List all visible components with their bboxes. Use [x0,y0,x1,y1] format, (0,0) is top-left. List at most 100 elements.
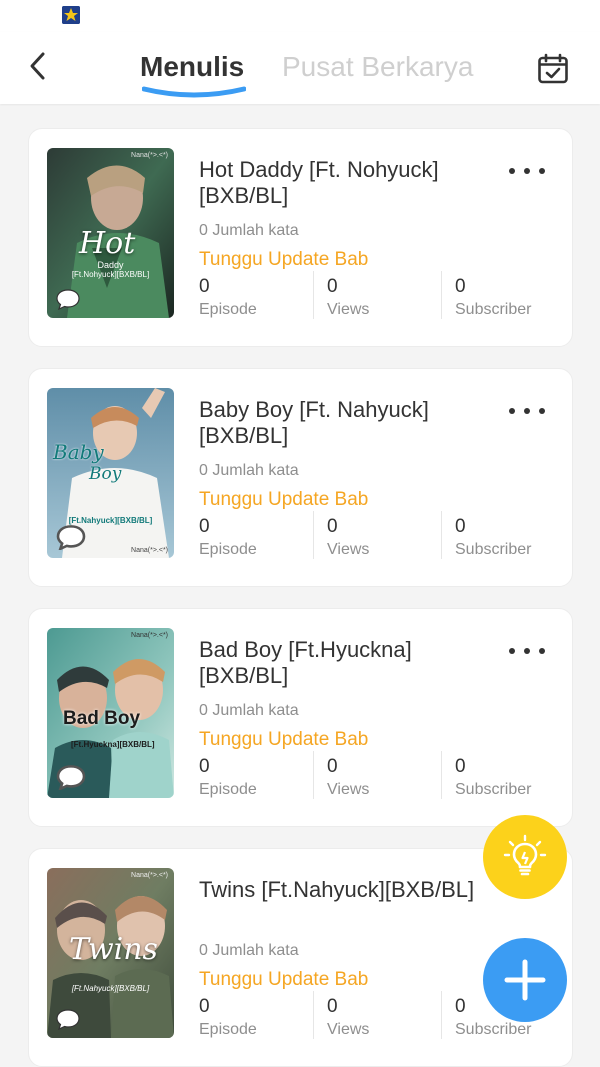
cover-subtitle: Daddy [97,260,124,270]
more-dots-icon [524,408,530,414]
word-count: 0 Jumlah kata [199,942,299,959]
comment-icon [56,525,86,550]
stat-divider [313,511,314,559]
cover-tag: [Ft.Nahyuck][BXB/BL] [71,984,150,993]
cover-credit: Nana(*>.<*) [131,547,168,554]
stat-views: 0 Views [327,275,447,321]
subscriber-label: Subscriber [455,781,532,798]
stat-subscriber: 0 Subscriber [455,755,575,801]
stat-divider [441,271,442,319]
stat-episode: 0 Episode [199,995,319,1041]
stat-episode: 0 Episode [199,275,319,321]
book-cover[interactable]: Nana(*>.<*) Twins [Ft.Nahyuck][BXB/BL] [47,868,174,1038]
more-dots-icon [509,168,515,174]
cover-title: Twins [69,932,158,967]
subscriber-count: 0 [455,276,466,297]
cover-title: Bad Boy [63,708,141,729]
more-dots-icon [524,168,530,174]
cover-tag: [Ft.Nohyuck][BXB/BL] [71,270,150,279]
update-status: Tunggu Update Bab [199,729,369,750]
views-label: Views [327,541,370,558]
subscriber-count: 0 [455,516,466,537]
more-dots-icon [539,648,545,654]
stat-subscriber: 0 Subscriber [455,275,575,321]
tab-pusat-berkarya[interactable]: Pusat Berkarya [282,50,473,84]
cover-tag: [Ft.Hyuckna][BXB/BL] [71,740,155,749]
stat-subscriber: 0 Subscriber [455,515,575,561]
episode-count: 0 [199,996,210,1017]
subscriber-label: Subscriber [455,301,532,318]
episode-count: 0 [199,756,210,777]
stat-views: 0 Views [327,995,447,1041]
cover-subtitle: Boy [89,464,122,484]
active-tab-indicator [142,86,246,98]
more-options-button[interactable] [509,161,545,181]
update-status: Tunggu Update Bab [199,489,369,510]
stat-views: 0 Views [327,755,447,801]
cover-credit: Nana(*>.<*) [131,872,168,879]
stat-divider [313,271,314,319]
views-count: 0 [327,996,338,1017]
idea-button[interactable] [483,815,567,899]
book-cover[interactable]: Nana(*>.<*) Bad Boy [Ft.Hyuckna][BXB/BL] [47,628,174,798]
views-count: 0 [327,516,338,537]
episode-label: Episode [199,781,257,798]
tab-menulis[interactable]: Menulis [140,50,244,84]
views-count: 0 [327,756,338,777]
word-count: 0 Jumlah kata [199,702,299,719]
book-title[interactable]: Baby Boy [Ft. Nahyuck][BXB/BL] [199,397,499,449]
update-status: Tunggu Update Bab [199,249,369,270]
update-status: Tunggu Update Bab [199,969,369,990]
book-cover[interactable]: Baby Boy [Ft.Nahyuck][BXB/BL] Nana(*>.<*… [47,388,174,558]
views-count: 0 [327,276,338,297]
back-button[interactable] [18,46,58,86]
book-title[interactable]: Hot Daddy [Ft. Nohyuck][BXB/BL] [199,157,499,209]
lightbulb-icon [503,834,547,876]
episode-label: Episode [199,301,257,318]
book-card[interactable]: Nana(*>.<*) Hot Daddy [Ft.Nohyuck][BXB/B… [28,128,573,347]
more-dots-icon [539,408,545,414]
more-dots-icon [524,648,530,654]
stat-divider [441,751,442,799]
book-card[interactable]: Nana(*>.<*) Bad Boy [Ft.Hyuckna][BXB/BL]… [28,608,573,827]
calendar-button[interactable] [532,48,574,90]
comment-icon [56,1009,80,1030]
stat-episode: 0 Episode [199,755,319,801]
book-title[interactable]: Twins [Ft.Nahyuck][BXB/BL] [199,877,499,903]
subscriber-label: Subscriber [455,541,532,558]
more-dots-icon [539,168,545,174]
views-label: Views [327,301,370,318]
plus-icon [504,959,546,1001]
stat-views: 0 Views [327,515,447,561]
add-book-button[interactable] [483,938,567,1022]
stat-divider [313,991,314,1039]
episode-label: Episode [199,1021,257,1038]
stat-divider [441,511,442,559]
book-cover[interactable]: Nana(*>.<*) Hot Daddy [Ft.Nohyuck][BXB/B… [47,148,174,318]
cover-credit: Nana(*>.<*) [131,632,168,639]
book-card[interactable]: Baby Boy [Ft.Nahyuck][BXB/BL] Nana(*>.<*… [28,368,573,587]
subscriber-count: 0 [455,756,466,777]
episode-count: 0 [199,516,210,537]
more-options-button[interactable] [509,401,545,421]
back-arrow-icon [30,52,45,80]
book-title[interactable]: Bad Boy [Ft.Hyuckna][BXB/BL] [199,637,499,689]
stat-divider [441,991,442,1039]
more-dots-icon [509,408,515,414]
app-logo-icon [62,6,80,24]
views-label: Views [327,781,370,798]
views-label: Views [327,1021,370,1038]
comment-icon [56,765,86,790]
status-bar [0,0,600,32]
episode-count: 0 [199,276,210,297]
more-dots-icon [509,648,515,654]
stat-episode: 0 Episode [199,515,319,561]
cover-title: Baby [53,440,104,464]
cover-title: Hot [79,226,136,261]
cover-credit: Nana(*>.<*) [131,152,168,159]
word-count: 0 Jumlah kata [199,462,299,479]
episode-label: Episode [199,541,257,558]
more-options-button[interactable] [509,641,545,661]
subscriber-label: Subscriber [455,1021,532,1038]
calendar-check-icon [538,53,568,84]
